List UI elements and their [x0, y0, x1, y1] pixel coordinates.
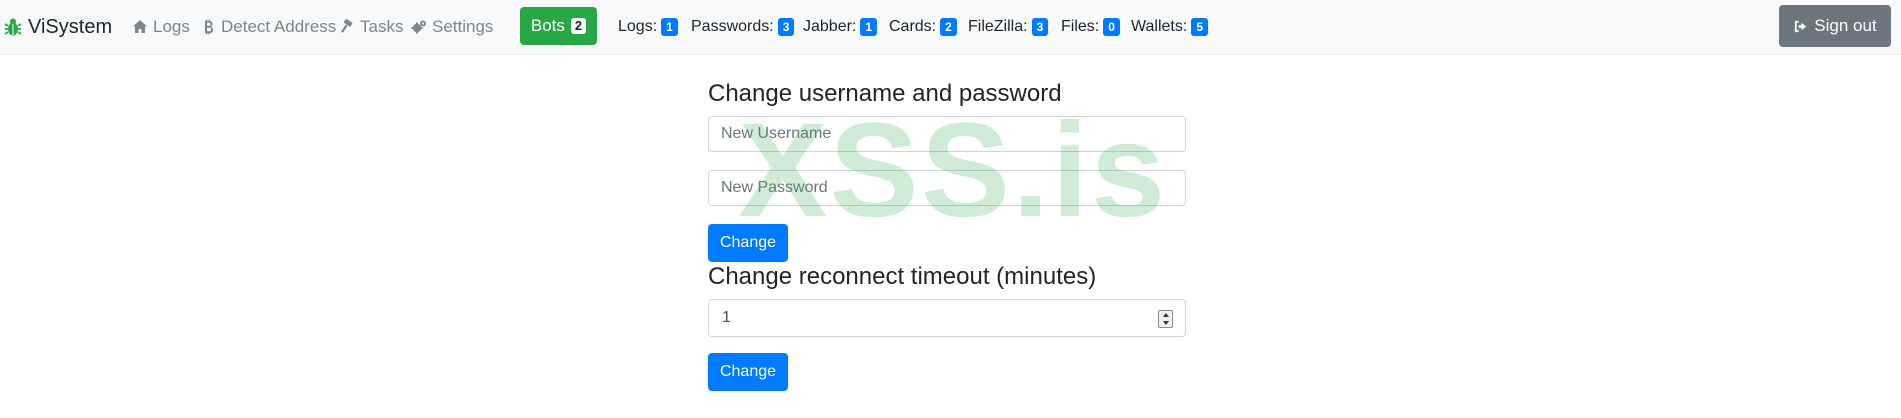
sign-out-icon [1795, 20, 1807, 32]
stat-filezilla[interactable]: FileZilla: 3 [968, 15, 1049, 39]
stat-count-badge: 5 [1191, 18, 1208, 36]
credentials-heading: Change username and password [708, 80, 1062, 107]
stat-count-badge: 2 [940, 18, 957, 36]
stat-label: FileZilla: [968, 18, 1028, 35]
home-icon [133, 20, 147, 33]
stat-label: Passwords: [691, 18, 774, 35]
new-password-input[interactable] [708, 170, 1186, 206]
bots-label: Bots [530, 16, 565, 35]
stat-count-badge: 1 [661, 18, 678, 36]
stat-label: Cards: [889, 18, 937, 35]
stat-passwords[interactable]: Passwords: 3 [691, 15, 795, 39]
nav-tasks[interactable]: Tasks [339, 15, 403, 39]
nav-settings[interactable]: Settings [411, 15, 493, 39]
nav-detect-address-label: Detect Address [221, 17, 337, 36]
nav-logs[interactable]: Logs [132, 15, 190, 39]
number-spinner[interactable] [1158, 310, 1173, 328]
nav-settings-label: Settings [432, 17, 494, 36]
stat-count-badge: 1 [860, 18, 878, 36]
gavel-icon [341, 19, 353, 33]
brand-name: ViSystem [28, 15, 113, 38]
brand[interactable]: ViSystem [4, 14, 112, 40]
nav-tasks-label: Tasks [360, 17, 404, 36]
stat-cards[interactable]: Cards: 2 [889, 15, 957, 39]
stat-label: Wallets: [1131, 18, 1188, 35]
navbar: ViSystem Logs Detect Address Tasks Setti… [0, 0, 1901, 55]
bug-icon [4, 18, 22, 36]
sign-out-button[interactable]: Sign out [1779, 5, 1891, 47]
timeout-input[interactable]: 1 [708, 299, 1186, 337]
stat-wallets[interactable]: Wallets: 5 [1131, 15, 1208, 39]
nav-detect-address[interactable]: Detect Address [200, 15, 336, 39]
new-username-input[interactable] [708, 116, 1186, 152]
bots-count-badge: 2 [570, 18, 587, 34]
gears-icon [411, 20, 426, 34]
stat-logs[interactable]: Logs: 1 [618, 15, 678, 39]
stat-count-badge: 3 [777, 18, 795, 36]
stat-label: Logs: [618, 18, 658, 35]
bots-button[interactable]: Bots 2 [520, 7, 597, 45]
stat-files[interactable]: Files: 0 [1061, 15, 1120, 39]
bitcoin-icon [205, 19, 213, 35]
nav-logs-label: Logs [153, 17, 190, 36]
spinner-up-icon[interactable] [1159, 311, 1172, 319]
stat-count-badge: 3 [1031, 18, 1049, 36]
stat-label: Files: [1061, 18, 1100, 35]
change-credentials-button[interactable]: Change [708, 224, 788, 262]
timeout-value: 1 [722, 309, 731, 326]
change-timeout-button[interactable]: Change [708, 353, 788, 391]
stat-jabber[interactable]: Jabber: 1 [803, 15, 878, 39]
timeout-heading: Change reconnect timeout (minutes) [708, 263, 1097, 290]
spinner-down-icon[interactable] [1159, 319, 1172, 327]
sign-out-label: Sign out [1814, 16, 1877, 35]
stat-count-badge: 0 [1103, 18, 1120, 36]
stat-label: Jabber: [803, 18, 857, 35]
